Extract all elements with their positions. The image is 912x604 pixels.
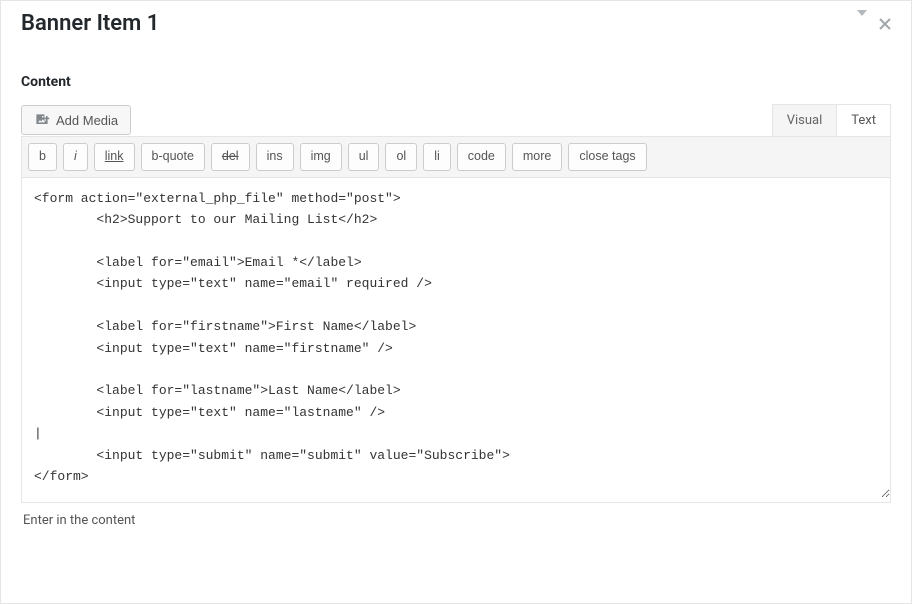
- editor-container: b i link b-quote del ins img ul ol li co…: [21, 136, 891, 503]
- panel-controls: [857, 16, 891, 32]
- editor-top-row: Add Media Visual Text: [21, 104, 891, 136]
- close-icon: [879, 18, 891, 30]
- panel-body: Content Add Media Visual Text b i link b…: [1, 36, 911, 536]
- panel-header: Banner Item 1: [1, 1, 911, 36]
- content-textarea[interactable]: [22, 178, 890, 498]
- tab-text[interactable]: Text: [837, 105, 890, 136]
- collapse-toggle[interactable]: [857, 16, 867, 32]
- qt-italic[interactable]: i: [63, 143, 88, 171]
- panel-title: Banner Item 1: [21, 11, 857, 36]
- add-media-button[interactable]: Add Media: [21, 105, 131, 135]
- qt-more[interactable]: more: [512, 143, 562, 171]
- caret-down-icon: [857, 10, 867, 32]
- qt-ins[interactable]: ins: [256, 143, 294, 171]
- qt-img[interactable]: img: [300, 143, 342, 171]
- add-media-label: Add Media: [56, 113, 118, 128]
- qt-ol[interactable]: ol: [385, 143, 417, 171]
- editor-tabs: Visual Text: [772, 104, 891, 136]
- tab-visual[interactable]: Visual: [773, 105, 838, 136]
- qt-blockquote[interactable]: b-quote: [141, 143, 205, 171]
- media-icon: [34, 112, 50, 128]
- qt-close-tags[interactable]: close tags: [568, 143, 646, 171]
- qt-del[interactable]: del: [211, 143, 250, 171]
- qt-li[interactable]: li: [423, 143, 451, 171]
- content-help-text: Enter in the content: [23, 513, 889, 528]
- banner-item-panel: Banner Item 1 Content Add Media Visual: [0, 0, 912, 604]
- qt-link[interactable]: link: [94, 143, 135, 171]
- qt-ul[interactable]: ul: [348, 143, 380, 171]
- qt-code[interactable]: code: [457, 143, 506, 171]
- quicktags-toolbar: b i link b-quote del ins img ul ol li co…: [22, 137, 890, 178]
- remove-button[interactable]: [879, 18, 891, 30]
- content-label: Content: [21, 74, 891, 90]
- qt-bold[interactable]: b: [28, 143, 57, 171]
